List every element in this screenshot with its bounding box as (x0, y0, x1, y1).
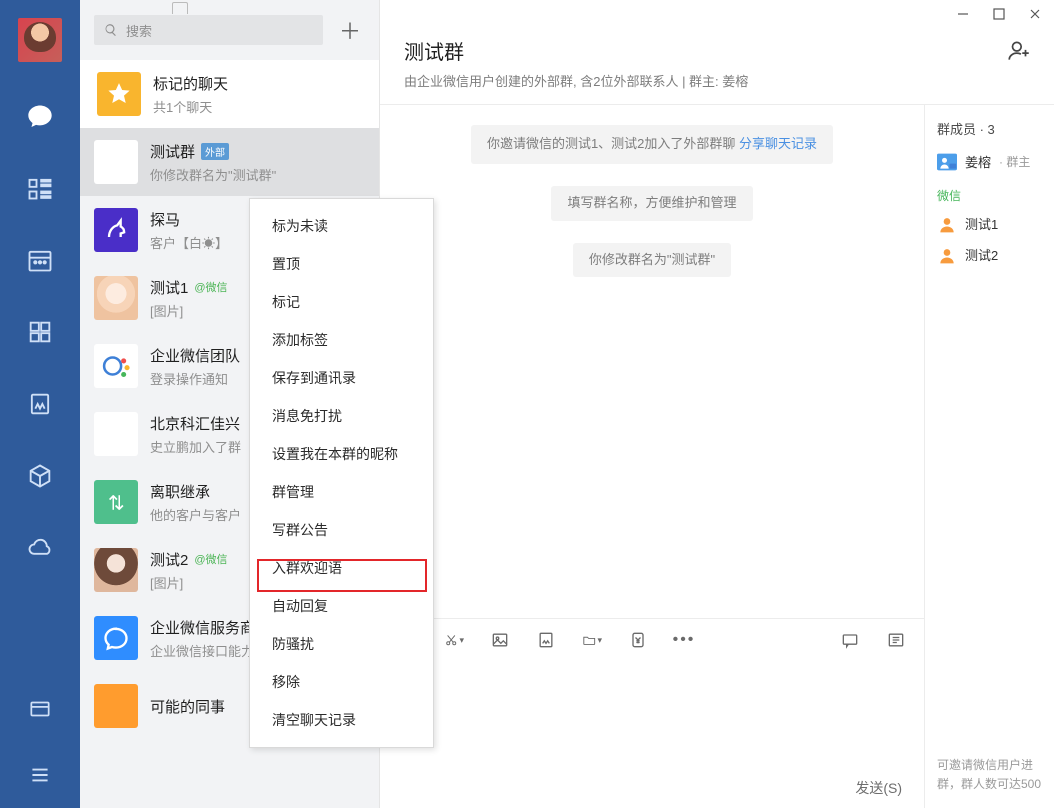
ctx-save-contacts[interactable]: 保存到通讯录 (250, 359, 433, 397)
members-panel: 群成员 · 3 姜榕 · 群主 微信 测试1 测试2 可邀请微信用户进群，群人数… (924, 105, 1054, 808)
redpacket-tool-icon[interactable] (628, 630, 648, 650)
ctx-clear-history[interactable]: 清空聊天记录 (250, 701, 433, 739)
system-message: 你修改群名为"测试群" (573, 243, 731, 278)
user-avatar-icon (94, 684, 138, 728)
add-button[interactable]: ＋ (335, 15, 365, 45)
member-row-owner[interactable]: 姜榕 · 群主 (937, 152, 1042, 171)
archive-nav-icon[interactable] (27, 696, 53, 722)
pinned-title: 标记的聊天 (153, 73, 228, 94)
maximize-button[interactable] (990, 5, 1008, 23)
close-button[interactable] (1026, 5, 1044, 23)
wecom-avatar-icon (94, 344, 138, 388)
user-avatar-icon (94, 276, 138, 320)
search-placeholder: 搜索 (126, 21, 152, 40)
wechat-section-label: 微信 (937, 187, 1042, 204)
ctx-set-nickname[interactable]: 设置我在本群的昵称 (250, 435, 433, 473)
external-badge: 外部 (201, 143, 229, 160)
ctx-auto-reply[interactable]: 自动回复 (250, 587, 433, 625)
message-input[interactable] (380, 661, 924, 768)
apps-nav-icon[interactable] (26, 318, 54, 346)
wechat-badge: @微信 (194, 279, 227, 295)
group-avatar-icon (94, 140, 138, 184)
ctx-add-label[interactable]: 添加标签 (250, 321, 433, 359)
composer-toolbar: ▾ ▾ ••• (380, 619, 924, 661)
chat-panel: 测试群 由企业微信用户创建的外部群, 含2位外部联系人 | 群主: 姜榕 你邀请… (380, 0, 1054, 808)
share-link[interactable]: 分享聊天记录 (739, 136, 817, 151)
tab-indicator-icon (172, 2, 188, 14)
members-title: 群成员 · 3 (937, 119, 1042, 138)
chat-nav-icon[interactable] (26, 102, 54, 130)
user-avatar-icon (94, 548, 138, 592)
ctx-announcement[interactable]: 写群公告 (250, 511, 433, 549)
ctx-welcome-msg[interactable]: 入群欢迎语 (250, 549, 433, 587)
message-area: 你邀请微信的测试1、测试2加入了外部群聊 分享聊天记录 填写群名称，方便维护和管… (380, 105, 924, 808)
group-avatar-icon (94, 412, 138, 456)
system-message: 填写群名称，方便维护和管理 (551, 186, 752, 221)
doc-tool-icon[interactable] (536, 630, 556, 650)
members-hint: 可邀请微信用户进群，群人数可达500 (937, 756, 1042, 794)
chat-title: 测试群 (404, 36, 1030, 65)
send-button[interactable]: 发送(S) (855, 778, 902, 798)
minimize-button[interactable] (954, 5, 972, 23)
service-avatar-icon (94, 616, 138, 660)
history-tool-icon[interactable] (886, 630, 906, 650)
ctx-remove[interactable]: 移除 (250, 663, 433, 701)
user-icon (937, 215, 957, 233)
owner-avatar-icon (937, 153, 957, 171)
ctx-anti-spam[interactable]: 防骚扰 (250, 625, 433, 663)
conversation-item[interactable]: 测试群外部 你修改群名为"测试群" (80, 128, 379, 196)
my-avatar[interactable] (18, 18, 62, 62)
wechat-badge: @微信 (194, 551, 227, 567)
star-icon (97, 72, 141, 116)
cut-tool-icon[interactable]: ▾ (444, 630, 464, 650)
ctx-tag[interactable]: 标记 (250, 283, 433, 321)
add-member-button[interactable] (1006, 38, 1032, 64)
contacts-nav-icon[interactable] (26, 174, 54, 202)
ctx-pin[interactable]: 置顶 (250, 245, 433, 283)
transfer-avatar-icon (94, 480, 138, 524)
calendar-nav-icon[interactable] (26, 246, 54, 274)
pinned-sub: 共1个聊天 (153, 97, 365, 116)
context-menu: 标为未读 置顶 标记 添加标签 保存到通讯录 消息免打扰 设置我在本群的昵称 群… (249, 198, 434, 748)
member-row[interactable]: 测试1 (937, 214, 1042, 233)
left-navbar (0, 0, 80, 808)
more-tool-icon[interactable]: ••• (674, 630, 694, 650)
user-icon (937, 246, 957, 264)
cloud-nav-icon[interactable] (26, 534, 54, 562)
system-message: 你邀请微信的测试1、测试2加入了外部群聊 分享聊天记录 (471, 125, 833, 164)
menu-nav-icon[interactable] (27, 762, 53, 788)
folder-tool-icon[interactable]: ▾ (582, 630, 602, 650)
search-input[interactable]: 搜索 (94, 15, 323, 45)
horse-avatar-icon (94, 208, 138, 252)
ctx-mark-unread[interactable]: 标为未读 (250, 207, 433, 245)
chat-subtitle: 由企业微信用户创建的外部群, 含2位外部联系人 | 群主: 姜榕 (404, 71, 1030, 90)
ctx-group-manage[interactable]: 群管理 (250, 473, 433, 511)
doc-nav-icon[interactable] (26, 390, 54, 418)
pinned-chats-item[interactable]: 标记的聊天 共1个聊天 (80, 60, 379, 128)
quote-tool-icon[interactable] (840, 630, 860, 650)
chat-header: 测试群 由企业微信用户创建的外部群, 含2位外部联系人 | 群主: 姜榕 (380, 28, 1054, 105)
image-tool-icon[interactable] (490, 630, 510, 650)
ctx-mute[interactable]: 消息免打扰 (250, 397, 433, 435)
box-nav-icon[interactable] (26, 462, 54, 490)
member-row[interactable]: 测试2 (937, 245, 1042, 264)
